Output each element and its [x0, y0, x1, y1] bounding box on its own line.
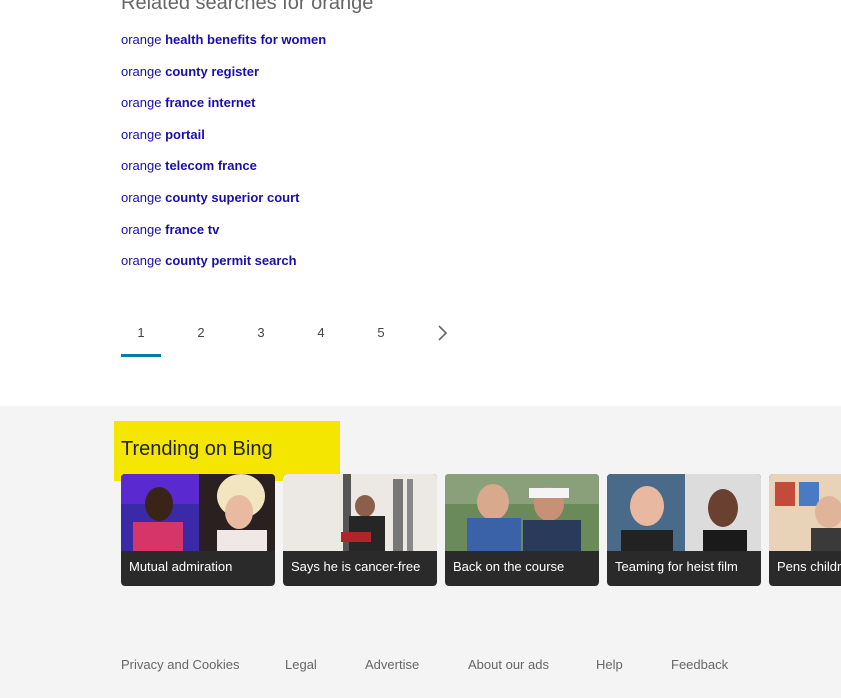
next-page-button[interactable] — [433, 324, 453, 344]
related-search-item: orange france internet — [121, 94, 326, 126]
trending-card[interactable]: Says he is cancer-free — [283, 474, 437, 586]
related-search-item: orange telecom france — [121, 157, 326, 189]
trending-section: Trending on Bing Mutual admiration Says … — [0, 406, 841, 698]
trending-card-image — [445, 474, 599, 551]
related-search-link[interactable]: orange france tv — [121, 222, 219, 237]
page-3-link[interactable]: 3 — [241, 318, 281, 358]
related-search-link[interactable]: orange health benefits for women — [121, 32, 326, 47]
trending-card-caption: Back on the course — [453, 559, 565, 574]
related-search-item: orange france tv — [121, 221, 326, 253]
footer-link-legal[interactable]: Legal — [285, 657, 317, 672]
page-4-link[interactable]: 4 — [301, 318, 341, 358]
footer-link-privacy[interactable]: Privacy and Cookies — [121, 657, 240, 672]
trending-title: Trending on Bing — [121, 438, 273, 460]
trending-card-caption: Says he is cancer-free — [291, 559, 421, 574]
footer-link-about-ads[interactable]: About our ads — [468, 657, 549, 672]
related-search-item: orange county superior court — [121, 189, 326, 221]
trending-card-image — [769, 474, 841, 551]
current-page-indicator — [121, 354, 161, 357]
search-results-page: Related searches for orange orange healt… — [0, 0, 841, 698]
footer-link-feedback[interactable]: Feedback — [671, 657, 728, 672]
related-search-link[interactable]: orange telecom france — [121, 158, 257, 173]
trending-card-image — [283, 474, 437, 551]
page-2-link[interactable]: 2 — [181, 318, 221, 358]
trending-card-image — [121, 474, 275, 551]
trending-card[interactable]: Pens children's book — [769, 474, 841, 586]
trending-title-highlight: Trending on Bing — [114, 421, 340, 481]
related-search-item: orange health benefits for women — [121, 31, 326, 63]
chevron-right-icon — [438, 325, 448, 341]
related-search-link[interactable]: orange county permit search — [121, 253, 297, 268]
footer-link-advertise[interactable]: Advertise — [365, 657, 419, 672]
trending-card-caption: Pens children's book — [777, 559, 841, 574]
related-search-link[interactable]: orange portail — [121, 127, 205, 142]
footer-link-help[interactable]: Help — [596, 657, 623, 672]
related-search-item: orange county register — [121, 63, 326, 95]
related-search-link[interactable]: orange county register — [121, 64, 259, 79]
trending-card-image — [607, 474, 761, 551]
related-search-link[interactable]: orange france internet — [121, 95, 255, 110]
page-5-link[interactable]: 5 — [361, 318, 401, 358]
trending-card-caption: Teaming for heist film — [615, 559, 738, 574]
trending-carousel: Mutual admiration Says he is cancer-free — [121, 474, 841, 586]
related-search-item: orange portail — [121, 126, 326, 158]
related-searches-title: Related searches for orange — [121, 0, 374, 14]
trending-card[interactable]: Back on the course — [445, 474, 599, 586]
trending-card[interactable]: Teaming for heist film — [607, 474, 761, 586]
related-search-link[interactable]: orange county superior court — [121, 190, 299, 205]
related-searches-list: orange health benefits for women orange … — [121, 31, 326, 284]
trending-card[interactable]: Mutual admiration — [121, 474, 275, 586]
trending-card-caption: Mutual admiration — [129, 559, 233, 574]
page-1-link[interactable]: 1 — [121, 318, 161, 358]
related-search-item: orange county permit search — [121, 252, 326, 284]
